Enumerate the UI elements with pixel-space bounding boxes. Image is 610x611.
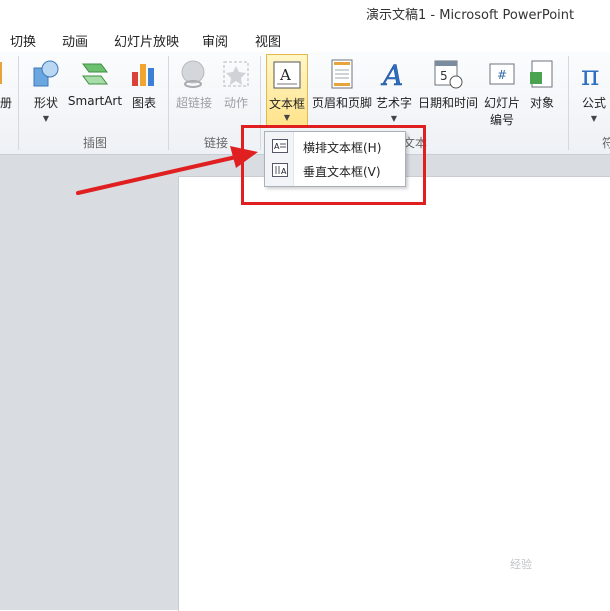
header-footer-button[interactable]: 页眉和页脚 [310, 54, 374, 130]
shapes-button[interactable]: 形状 ▼ [26, 54, 66, 130]
title-bar: 演示文稿1 - Microsoft PowerPoint [0, 0, 610, 26]
bar-chart-icon [132, 64, 154, 86]
photo-album-label: 册 [0, 96, 12, 110]
hyperlink-label: 超链接 [175, 96, 212, 110]
group-separator [168, 56, 169, 150]
svg-text:A: A [380, 59, 403, 90]
action-label: 动作 [223, 96, 248, 110]
ribbon-tabs: 切换 动画 幻灯片放映 审阅 视图 [0, 26, 610, 53]
group-label-symbols: 符 [602, 136, 610, 150]
hyperlink-button[interactable]: 超链接 [172, 54, 216, 130]
smartart-button[interactable]: SmartArt [66, 54, 124, 130]
slide-number-icon: # [489, 63, 515, 85]
object-label: 对象 [529, 96, 554, 110]
svg-text:A: A [279, 66, 291, 84]
tab-view[interactable]: 视图 [255, 31, 281, 50]
wordart-icon: A [380, 59, 404, 90]
tab-animations[interactable]: 动画 [62, 31, 88, 50]
date-time-button[interactable]: 5 日期和时间 [416, 54, 480, 130]
svg-text:5: 5 [440, 69, 448, 83]
group-separator [568, 56, 569, 150]
slide-number-button[interactable]: # 幻灯片 编号 [482, 54, 522, 130]
chevron-down-icon: ▼ [42, 114, 50, 123]
slide-number-label: 幻灯片 [483, 96, 520, 110]
group-separator [18, 56, 19, 150]
photo-album-button[interactable]: 册 [0, 54, 12, 130]
tab-slideshow[interactable]: 幻灯片放映 [114, 31, 179, 50]
group-label-illustrations: 插图 [83, 136, 108, 150]
chart-label: 图表 [131, 96, 156, 110]
equation-label: 公式 [581, 96, 606, 110]
object-button[interactable]: 对象 [524, 54, 560, 130]
action-button[interactable]: 动作 [218, 54, 254, 130]
textbox-button[interactable]: A 文本框 ▼ [266, 54, 308, 128]
svg-text:π: π [581, 59, 599, 90]
equation-button[interactable]: π 公式 ▼ [574, 54, 610, 130]
pi-icon: π [581, 59, 599, 90]
wordart-button[interactable]: A 艺术字 ▼ [374, 54, 414, 130]
action-icon [223, 61, 249, 87]
smartart-icon [82, 63, 108, 85]
tab-review[interactable]: 审阅 [202, 31, 228, 50]
window-title: 演示文稿1 - Microsoft PowerPoint [366, 8, 575, 23]
chevron-down-icon: ▼ [590, 114, 598, 123]
calendar-clock-icon: 5 [434, 60, 463, 89]
smartart-label: SmartArt [67, 94, 123, 108]
textbox-icon: A [273, 61, 301, 89]
slide-number-label-line2: 编号 [489, 113, 514, 127]
red-highlight-box [241, 125, 426, 205]
shapes-label: 形状 [33, 96, 58, 110]
textbox-label: 文本框 [268, 97, 305, 111]
chart-button[interactable]: 图表 [126, 54, 162, 130]
svg-text:#: # [497, 68, 507, 82]
shapes-icon [33, 60, 59, 87]
photo-album-icon [0, 62, 2, 84]
group-label-links: 链接 [204, 136, 229, 150]
chevron-down-icon: ▼ [390, 114, 398, 123]
object-icon [530, 60, 553, 88]
chevron-down-icon[interactable]: ▼ [284, 113, 290, 122]
date-time-label: 日期和时间 [417, 96, 478, 110]
slide-canvas[interactable] [178, 176, 610, 611]
tab-transitions[interactable]: 切换 [10, 31, 36, 50]
wordart-label: 艺术字 [375, 96, 412, 110]
watermark: 经验 [510, 558, 532, 571]
hyperlink-icon [181, 60, 205, 88]
header-footer-label: 页眉和页脚 [311, 96, 372, 110]
header-footer-icon [331, 59, 353, 89]
